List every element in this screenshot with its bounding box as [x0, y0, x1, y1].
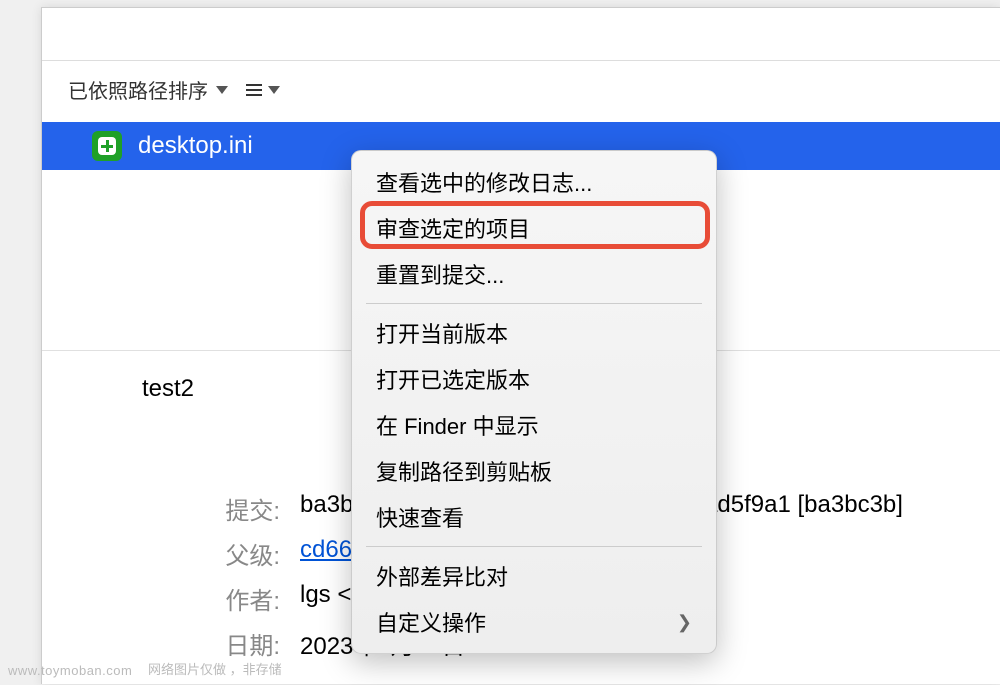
- watermark-url: www.toymoban.com: [8, 663, 132, 678]
- author-label: 作者:: [170, 581, 300, 616]
- watermark-text: 网络图片仅做 ，非存储: [148, 659, 282, 678]
- context-menu: 查看选中的修改日志... 审查选定的项目 重置到提交... 打开当前版本 打开已…: [351, 150, 717, 654]
- menu-item-open-current[interactable]: 打开当前版本: [352, 310, 716, 356]
- added-file-icon: [92, 131, 122, 161]
- menu-item-show-in-finder[interactable]: 在 Finder 中显示: [352, 402, 716, 448]
- menu-separator: [366, 546, 702, 547]
- menu-item-custom-actions[interactable]: 自定义操作 ❯: [352, 599, 716, 645]
- menu-item-review-selected[interactable]: 审查选定的项目: [352, 205, 716, 251]
- menu-item-reset-to-commit[interactable]: 重置到提交...: [352, 251, 716, 297]
- menu-item-view-log[interactable]: 查看选中的修改日志...: [352, 159, 716, 205]
- menu-item-quick-look[interactable]: 快速查看: [352, 494, 716, 540]
- commit-hash-label: 提交:: [170, 491, 300, 526]
- list-icon: [246, 84, 262, 96]
- view-mode-dropdown[interactable]: [246, 84, 280, 96]
- chevron-down-icon: [216, 86, 228, 94]
- chevron-down-icon: [268, 86, 280, 94]
- menu-separator: [366, 303, 702, 304]
- file-name: desktop.ini: [138, 132, 253, 160]
- parent-label: 父级:: [170, 536, 300, 571]
- date-label: 日期:: [170, 626, 300, 661]
- menu-item-open-selected[interactable]: 打开已选定版本: [352, 356, 716, 402]
- window-toolbar: [42, 8, 1000, 61]
- submenu-arrow-icon: ❯: [677, 612, 692, 633]
- sort-label: 已依照路径排序: [68, 75, 208, 104]
- menu-item-external-diff[interactable]: 外部差异比对: [352, 553, 716, 599]
- menu-item-copy-path[interactable]: 复制路径到剪贴板: [352, 448, 716, 494]
- sort-dropdown[interactable]: 已依照路径排序: [68, 75, 228, 104]
- sort-bar: 已依照路径排序: [42, 61, 1000, 122]
